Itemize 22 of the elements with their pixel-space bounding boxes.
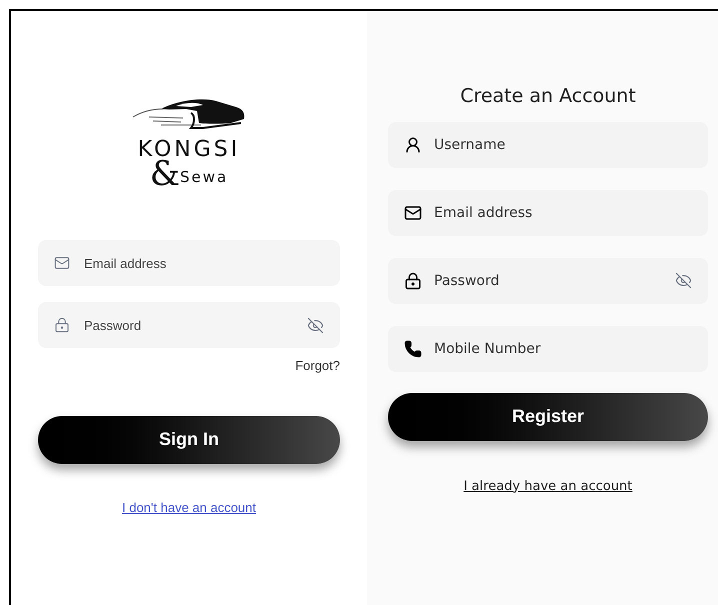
input-field[interactable]: Password bbox=[388, 258, 708, 304]
car-logo-icon bbox=[131, 97, 247, 131]
eye-slash-icon[interactable] bbox=[307, 316, 324, 334]
input-field[interactable]: Username bbox=[388, 122, 708, 168]
no-account-link[interactable]: I don't have an account bbox=[122, 498, 256, 517]
eye-slash-icon[interactable] bbox=[675, 272, 692, 289]
input-field[interactable]: Password bbox=[38, 302, 340, 348]
forgot-link[interactable]: Forgot? bbox=[295, 356, 340, 376]
have-account-link[interactable]: I already have an account bbox=[464, 476, 632, 496]
person-icon bbox=[404, 136, 422, 154]
mail-icon bbox=[54, 255, 70, 271]
phone-icon bbox=[404, 340, 422, 358]
mail-icon bbox=[404, 204, 422, 222]
brand-subtitle: Sewa bbox=[180, 170, 228, 185]
lock-icon bbox=[54, 317, 70, 333]
register-button[interactable]: Register bbox=[388, 392, 708, 440]
input-field[interactable]: Email address bbox=[388, 190, 708, 236]
form-title: Create an Account bbox=[459, 84, 637, 109]
input-field[interactable]: Mobile Number bbox=[388, 326, 708, 372]
lock-icon bbox=[404, 272, 422, 290]
input-field[interactable]: Email address bbox=[38, 240, 340, 286]
sign-in-button[interactable]: Sign In bbox=[38, 416, 340, 464]
